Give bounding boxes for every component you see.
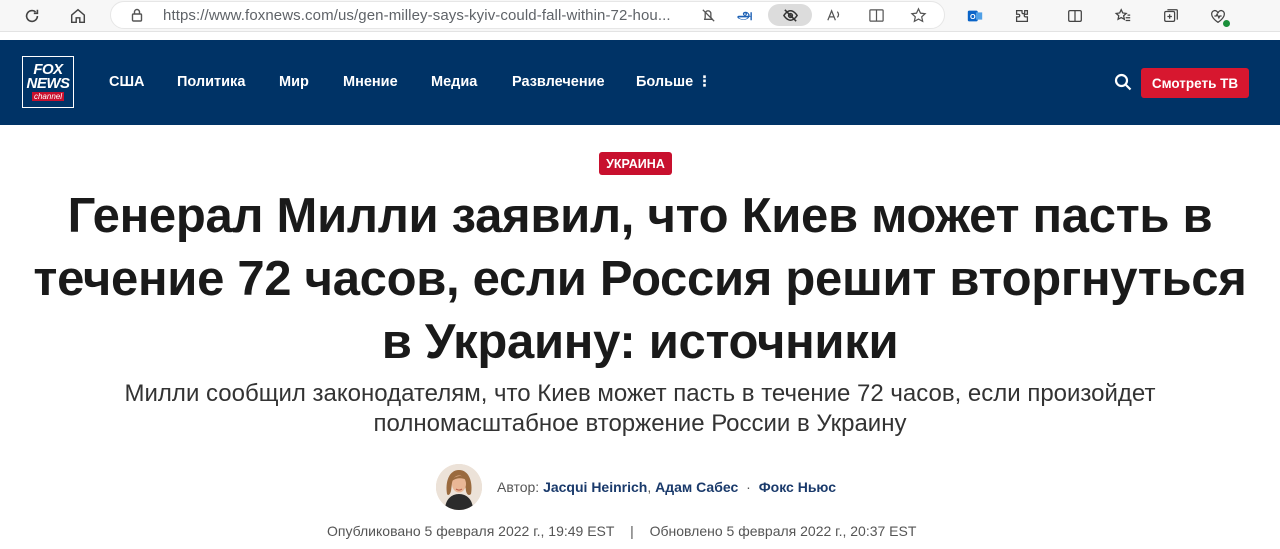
collections-icon[interactable] — [1159, 4, 1183, 28]
byline-bullet: · — [746, 479, 751, 495]
byline: Автор: Jacqui Heinrich, Адам Сабес · Фок… — [497, 479, 836, 495]
author-link-2[interactable]: Адам Сабес — [655, 479, 738, 495]
logo-text-channel: channel — [31, 92, 65, 101]
outlet-link[interactable]: Фокс Ньюс — [759, 479, 836, 495]
article-dates: Опубликовано 5 февраля 2022 г., 19:49 ES… — [327, 523, 916, 539]
read-aloud-icon[interactable] — [821, 4, 845, 26]
immersive-reader-icon[interactable] — [864, 4, 888, 26]
svg-text:O: O — [970, 12, 976, 21]
nav-item-opinion[interactable]: Мнение — [343, 74, 398, 90]
split-screen-icon[interactable] — [1063, 4, 1087, 28]
author-avatar[interactable] — [436, 464, 482, 510]
article-headline: Генерал Милли заявил, что Киев может пас… — [33, 189, 1247, 369]
outlook-icon[interactable]: O — [963, 4, 987, 28]
fox-news-logo[interactable]: FOX NEWS channel — [22, 56, 74, 108]
site-header: FOX NEWS channel США Политика Мир Мнение… — [0, 40, 1280, 125]
translate-icon[interactable]: அ — [733, 4, 757, 26]
address-bar[interactable]: https://www.foxnews.com/us/gen-milley-sa… — [110, 1, 945, 29]
article-subhead: Милли сообщил законодателям, что Киев мо… — [124, 380, 1156, 437]
nav-item-world[interactable]: Мир — [279, 74, 309, 90]
published-date: Опубликовано 5 февраля 2022 г., 19:49 ES… — [327, 523, 615, 539]
nav-item-politics[interactable]: Политика — [177, 74, 245, 90]
home-icon[interactable] — [66, 4, 90, 28]
byline-comma: , — [647, 479, 652, 495]
mute-icon[interactable] — [696, 4, 720, 26]
date-divider: | — [630, 523, 634, 539]
nav-item-entertainment[interactable]: Развлечение — [512, 74, 605, 90]
search-icon[interactable] — [1113, 72, 1133, 92]
lock-icon[interactable] — [129, 7, 145, 23]
refresh-icon[interactable] — [20, 4, 44, 28]
favorite-star-icon[interactable] — [906, 4, 930, 26]
tracking-prevention-icon[interactable] — [768, 4, 812, 26]
category-tag[interactable]: УКРАИНА — [599, 152, 672, 175]
nav-item-usa[interactable]: США — [109, 74, 145, 90]
nav-item-media[interactable]: Медиа — [431, 74, 477, 90]
browser-essentials-icon[interactable] — [1206, 4, 1230, 28]
logo-text-news: NEWS — [26, 75, 71, 92]
watch-tv-button[interactable]: Смотреть ТВ — [1141, 68, 1249, 98]
browser-toolbar: https://www.foxnews.com/us/gen-milley-sa… — [0, 0, 1280, 32]
nav-item-more[interactable]: Больше ⋮ — [636, 74, 712, 90]
extensions-icon[interactable] — [1010, 4, 1034, 28]
favorites-icon[interactable] — [1111, 4, 1135, 28]
url-text[interactable]: https://www.foxnews.com/us/gen-milley-sa… — [163, 7, 723, 24]
byline-prefix: Автор: — [497, 479, 540, 495]
author-link-1[interactable]: Jacqui Heinrich — [543, 479, 647, 495]
updated-date: Обновлено 5 февраля 2022 г., 20:37 EST — [649, 523, 917, 539]
